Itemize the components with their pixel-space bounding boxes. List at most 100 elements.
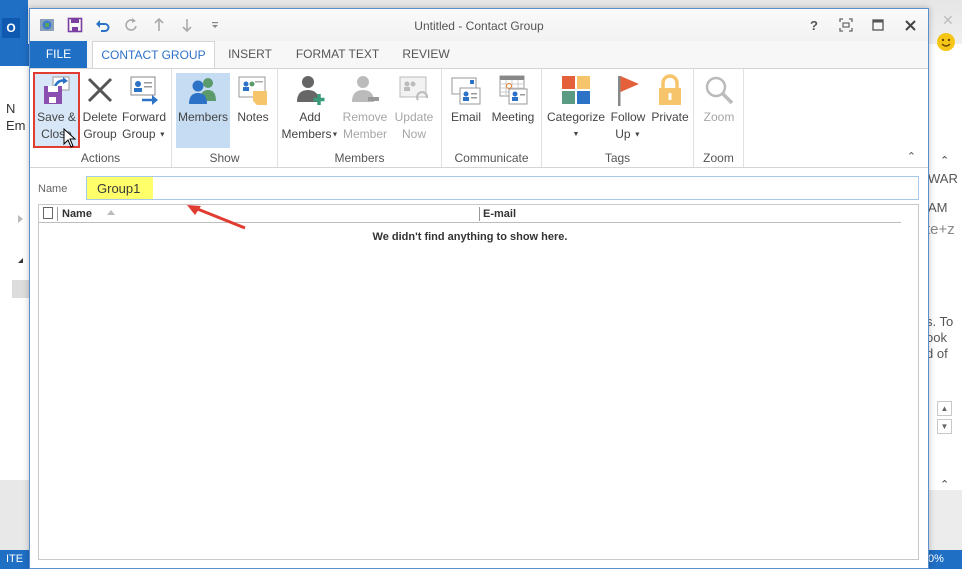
email-icon — [449, 73, 483, 107]
expand-arrow-icon[interactable] — [18, 215, 23, 223]
meeting-icon — [496, 73, 530, 107]
button-label: Member — [342, 127, 387, 141]
background-snippet: AM — [928, 200, 948, 215]
tab-format-text[interactable]: FORMAT TEXT — [290, 41, 385, 68]
group-zoom: Zoom Zoom — [694, 69, 744, 167]
follow-up-button[interactable]: Follow Up ▼ — [608, 73, 648, 147]
lock-icon — [653, 73, 687, 107]
column-header-email[interactable]: E-mail — [483, 208, 516, 220]
group-label-communicate: Communicate — [454, 151, 529, 165]
scroll-up-button[interactable]: ▲ — [937, 401, 952, 416]
window-title: Untitled - Contact Group — [414, 19, 544, 33]
dropdown-caret-icon: ▼ — [158, 131, 166, 139]
remove-member-icon — [348, 73, 382, 107]
feedback-smiley-icon[interactable] — [936, 32, 956, 55]
group-members: Add Members▼ Remove Member Update Now Me… — [278, 69, 442, 167]
button-label: Group — [122, 127, 156, 141]
button-label: Delete — [82, 110, 118, 124]
button-label-with-dropdown: Group ▼ — [122, 126, 166, 143]
button-label: Members — [177, 110, 228, 124]
group-label-members: Members — [334, 151, 385, 165]
notes-view-button[interactable]: Notes — [232, 73, 274, 147]
empty-list-message: We didn't find anything to show here. — [372, 231, 568, 243]
delete-icon — [83, 73, 117, 107]
background-snippet: s. To — [926, 314, 954, 329]
categorize-icon — [559, 73, 593, 107]
group-label-show: Show — [209, 151, 240, 165]
annotation-arrow — [185, 204, 255, 237]
tab-file[interactable]: FILE — [30, 41, 87, 68]
tab-review[interactable]: REVIEW — [395, 41, 457, 68]
group-name-value: Group1 — [97, 181, 141, 196]
button-label-with-dropdown: Members▼ — [282, 126, 339, 143]
remove-member-button[interactable]: Remove Member — [340, 73, 390, 147]
button-label: Meeting — [491, 110, 535, 124]
collapse-arrow-icon[interactable] — [18, 258, 23, 263]
column-divider[interactable] — [57, 207, 58, 221]
group-label-zoom: Zoom — [703, 151, 734, 165]
button-label: Email — [450, 110, 481, 124]
group-show: Members Notes Show — [172, 69, 278, 167]
button-label: Update — [394, 110, 434, 124]
update-now-button[interactable]: Update Now — [392, 73, 436, 147]
group-name-input[interactable]: Group1 — [86, 176, 919, 200]
group-actions: Save & Close Delete Group Forward Group … — [30, 69, 172, 167]
members-list[interactable]: Name E-mail We didn't find anything to s… — [38, 204, 919, 560]
button-label: Zoom — [703, 110, 735, 124]
private-button[interactable]: Private — [648, 73, 692, 147]
dropdown-caret-icon: ▼ — [331, 131, 339, 139]
ribbon: Save & Close Delete Group Forward Group … — [30, 68, 928, 168]
snippet-line: N — [6, 101, 16, 116]
background-selected-folder[interactable] — [12, 280, 30, 298]
zoom-button[interactable]: Zoom — [698, 73, 740, 147]
background-file-tab[interactable] — [0, 44, 30, 66]
group-tags: Categorize ▼ Follow Up ▼ Private Tags — [542, 69, 694, 167]
background-ribbon-collapse-icon[interactable]: ⌃ — [940, 154, 949, 167]
group-label-actions: Actions — [80, 151, 121, 165]
group-label-tags: Tags — [604, 151, 631, 165]
background-left-footer — [0, 480, 30, 550]
title-bar: Untitled - Contact Group ? — [30, 9, 928, 41]
sort-ascending-icon — [107, 210, 115, 215]
column-divider[interactable] — [479, 207, 480, 221]
close-icon[interactable] — [900, 15, 920, 35]
update-now-icon — [397, 73, 431, 107]
column-header-name[interactable]: Name — [62, 208, 92, 220]
meeting-button[interactable]: Meeting — [488, 73, 538, 147]
tab-contact-group[interactable]: CONTACT GROUP — [92, 41, 215, 69]
email-button[interactable]: Email — [446, 73, 486, 147]
button-label: Now — [401, 127, 426, 141]
forward-group-button[interactable]: Forward Group ▼ — [120, 73, 168, 147]
button-label: Up — [615, 127, 631, 141]
button-label-with-dropdown: Up ▼ — [615, 126, 641, 143]
background-left-snippet: N Em — [6, 100, 26, 134]
delete-group-button[interactable]: Delete Group — [80, 73, 120, 147]
save-close-icon — [40, 73, 74, 107]
button-label: Group — [83, 127, 117, 141]
categorize-button[interactable]: Categorize ▼ — [545, 73, 607, 147]
collapse-ribbon-icon[interactable]: ⌃ — [907, 150, 916, 163]
forward-group-icon — [127, 73, 161, 107]
group-communicate: Email Meeting Communicate — [442, 69, 542, 167]
tab-insert[interactable]: INSERT — [220, 41, 280, 68]
help-button[interactable]: ? — [804, 15, 824, 35]
button-label: Remove — [342, 110, 388, 124]
item-type-icon[interactable] — [43, 207, 53, 219]
button-label: Members — [281, 127, 332, 141]
zoom-icon — [702, 73, 736, 107]
ribbon-tabs: FILE CONTACT GROUP INSERT FORMAT TEXT RE… — [30, 41, 928, 95]
notes-icon — [236, 73, 270, 107]
maximize-icon[interactable] — [868, 15, 888, 35]
background-status-left: ITE — [0, 550, 30, 569]
button-label: Add — [299, 110, 321, 124]
scroll-down-button[interactable]: ▼ — [937, 419, 952, 434]
members-view-button[interactable]: Members — [176, 73, 230, 148]
button-label: Follow — [610, 110, 646, 124]
button-label: Forward — [121, 110, 166, 124]
background-close-icon[interactable]: ✕ — [942, 12, 954, 29]
dropdown-caret-icon: ▼ — [572, 131, 580, 138]
button-label: Save & — [37, 110, 76, 124]
restore-ribbon-icon[interactable] — [836, 15, 856, 35]
button-label: Notes — [237, 110, 269, 124]
add-members-button[interactable]: Add Members▼ — [282, 73, 338, 147]
